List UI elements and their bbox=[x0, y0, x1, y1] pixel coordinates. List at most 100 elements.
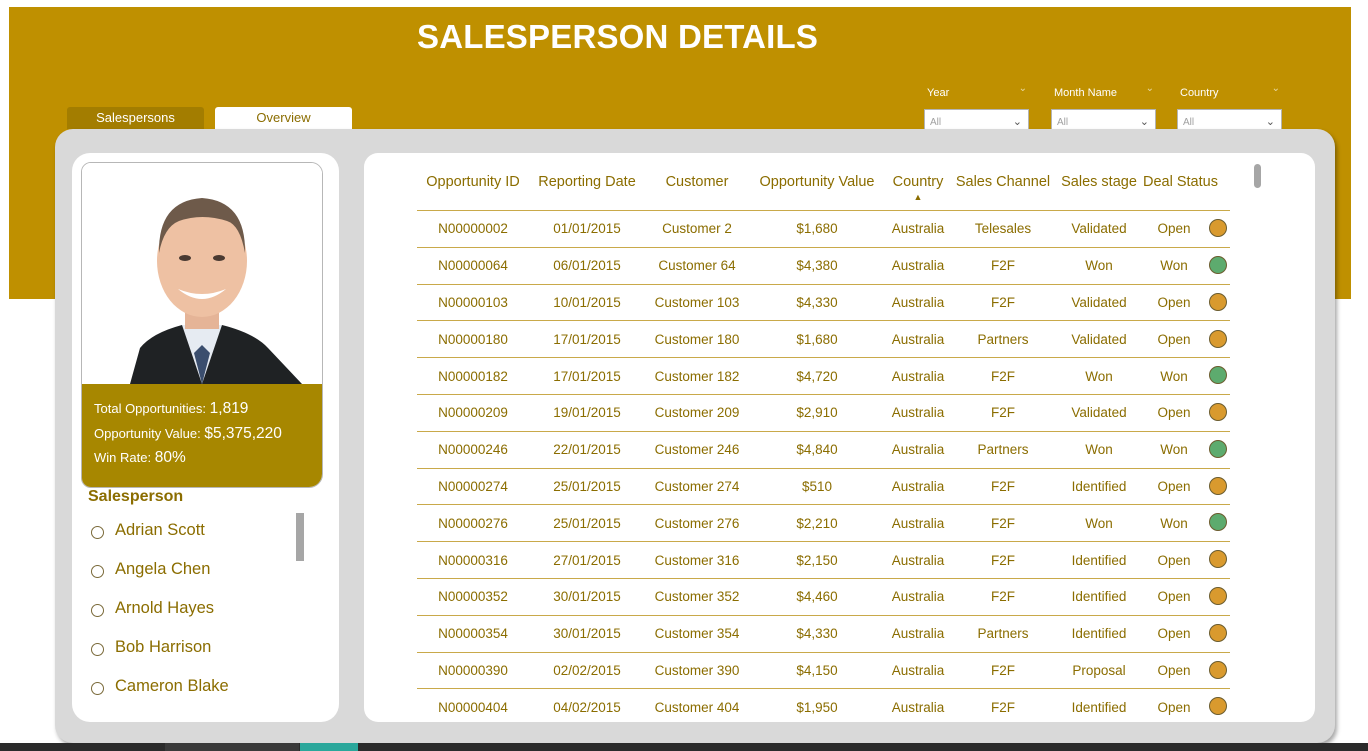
table-row[interactable]: N00000002 01/01/2015 Customer 2 $1,680 Austr… bbox=[417, 211, 1230, 248]
salesperson-option[interactable]: Cameron Blake bbox=[91, 677, 229, 716]
table-row[interactable]: N00000246 22/01/2015 Customer 246 $4,840 Aus… bbox=[417, 432, 1230, 469]
table-cell: Open bbox=[1157, 331, 1191, 347]
opportunity-table-card: Opportunity ID Reporting Date Customer Oppo… bbox=[364, 153, 1315, 722]
table-cell: $1,950 bbox=[796, 699, 838, 715]
radio-button-icon[interactable] bbox=[91, 682, 104, 695]
table-cell: Customer 316 bbox=[654, 552, 740, 568]
month-filter[interactable]: Month Name ⌄ All ⌄ bbox=[1051, 83, 1156, 131]
table-row[interactable]: N00000209 19/01/2015 Customer 209 $2,910 Aus… bbox=[417, 395, 1230, 432]
table-cell: Customer 274 bbox=[654, 478, 740, 494]
table-row[interactable]: N00000354 30/01/2015 Customer 354 $4,330 Aus… bbox=[417, 616, 1230, 653]
table-row[interactable]: N00000182 17/01/2015 Customer 182 $4,720 Aus… bbox=[417, 358, 1230, 395]
salesperson-option-label: Arnold Hayes bbox=[115, 599, 215, 617]
table-cell: N00000390 bbox=[438, 662, 508, 678]
table-cell: Open bbox=[1157, 478, 1191, 494]
table-cell: Customer 103 bbox=[654, 294, 740, 310]
table-cell: $4,150 bbox=[796, 662, 838, 678]
table-cell: F2F bbox=[990, 699, 1015, 715]
chevron-down-icon[interactable]: ⌄ bbox=[1272, 83, 1280, 94]
table-row[interactable]: N00000180 17/01/2015 Customer 180 $1,680 Aus… bbox=[417, 321, 1230, 359]
salesperson-option[interactable]: Adrian Scott bbox=[91, 521, 229, 560]
column-header[interactable]: Deal Status bbox=[1143, 173, 1218, 210]
salesperson-option[interactable]: Arnold Hayes bbox=[91, 599, 229, 638]
column-header[interactable]: Country ▲ bbox=[885, 173, 951, 210]
table-cell: $2,910 bbox=[796, 405, 838, 421]
table-cell: Proposal bbox=[1072, 662, 1126, 678]
table-cell: Open bbox=[1157, 699, 1191, 715]
table-cell: 25/01/2015 bbox=[553, 515, 621, 531]
table-cell: Customer 246 bbox=[654, 442, 740, 458]
column-header[interactable]: Customer bbox=[645, 173, 749, 210]
status-indicator-cell bbox=[1205, 697, 1230, 716]
salesperson-option[interactable]: Bob Harrison bbox=[91, 638, 229, 677]
opportunity-value: Opportunity Value: $5,375,220 bbox=[94, 424, 282, 442]
table-cell: Won bbox=[1160, 442, 1188, 458]
table-row[interactable]: N00000390 02/02/2015 Customer 390 $4,150 Aus… bbox=[417, 653, 1230, 690]
column-header[interactable]: Opportunity Value bbox=[749, 173, 885, 210]
table-row[interactable]: N00000404 04/02/2015 Customer 404 $1,950 Aus… bbox=[417, 689, 1230, 722]
table-cell: Australia bbox=[891, 699, 945, 715]
status-dot-icon bbox=[1208, 660, 1227, 679]
sort-ascending-icon: ▲ bbox=[913, 192, 923, 202]
table-row[interactable]: N00000276 25/01/2015 Customer 276 $2,210 Aus… bbox=[417, 505, 1230, 543]
table-cell: Identified bbox=[1071, 589, 1127, 605]
table-row[interactable]: N00000103 10/01/2015 Customer 103 $4,330 Aus… bbox=[417, 285, 1230, 322]
table-cell: Identified bbox=[1071, 626, 1127, 642]
tab-overview[interactable]: Overview bbox=[215, 107, 352, 129]
year-filter[interactable]: Year ⌄ All ⌄ bbox=[924, 83, 1029, 131]
column-header[interactable]: Opportunity ID bbox=[417, 173, 529, 210]
table-cell: 30/01/2015 bbox=[553, 626, 621, 642]
table-cell: 25/01/2015 bbox=[553, 478, 621, 494]
table-cell: N00000274 bbox=[438, 478, 508, 494]
table-row[interactable]: N00000352 30/01/2015 Customer 352 $4,460 Aus… bbox=[417, 579, 1230, 616]
slicer-scrollbar[interactable] bbox=[296, 513, 304, 561]
table-row[interactable]: N00000064 06/01/2015 Customer 64 $4,380 Aust… bbox=[417, 248, 1230, 285]
table-cell: Validated bbox=[1071, 221, 1127, 237]
table-cell: $4,330 bbox=[796, 294, 838, 310]
table-cell: Won bbox=[1160, 258, 1188, 274]
table-cell: Customer 352 bbox=[654, 589, 740, 605]
table-cell: F2F bbox=[990, 258, 1015, 274]
column-header[interactable]: Sales Channel bbox=[951, 173, 1055, 210]
status-dot-icon bbox=[1208, 329, 1227, 348]
table-scrollbar[interactable] bbox=[1254, 164, 1261, 188]
column-header[interactable]: Reporting Date bbox=[529, 173, 645, 210]
table-cell: Won bbox=[1160, 515, 1188, 531]
table-cell: F2F bbox=[990, 662, 1015, 678]
table-cell: $4,460 bbox=[796, 589, 838, 605]
chevron-down-icon[interactable]: ⌄ bbox=[1019, 83, 1027, 94]
table-cell: 27/01/2015 bbox=[553, 552, 621, 568]
table-cell: Customer 2 bbox=[662, 221, 732, 237]
status-dot-icon bbox=[1208, 513, 1227, 532]
country-filter[interactable]: Country ⌄ All ⌄ bbox=[1177, 83, 1282, 131]
salesperson-option[interactable]: Angela Chen bbox=[91, 560, 229, 599]
table-cell: F2F bbox=[990, 478, 1015, 494]
table-cell: Open bbox=[1157, 221, 1191, 237]
table-cell: $510 bbox=[801, 478, 833, 494]
profile-card: Total Opportunities: 1,819 Opportunity V… bbox=[72, 153, 339, 722]
country-dropdown[interactable]: All ⌄ bbox=[1177, 109, 1282, 131]
status-indicator-cell bbox=[1205, 292, 1230, 311]
chevron-down-icon[interactable]: ⌄ bbox=[1146, 83, 1154, 94]
column-header[interactable]: Sales stage bbox=[1055, 173, 1143, 210]
table-cell: $4,720 bbox=[796, 368, 838, 384]
status-indicator-cell bbox=[1205, 587, 1230, 606]
table-cell: Partners bbox=[977, 442, 1029, 458]
tab-salespersons[interactable]: Salespersons bbox=[67, 107, 204, 129]
salesperson-option-label: Angela Chen bbox=[115, 560, 211, 578]
radio-button-icon[interactable] bbox=[91, 643, 104, 656]
table-row[interactable]: N00000316 27/01/2015 Customer 316 $2,150 Aus… bbox=[417, 542, 1230, 579]
radio-button-icon[interactable] bbox=[91, 526, 104, 539]
radio-button-icon[interactable] bbox=[91, 604, 104, 617]
table-row[interactable]: N00000274 25/01/2015 Customer 274 $510 Austr… bbox=[417, 469, 1230, 506]
table-cell: $4,380 bbox=[796, 258, 838, 274]
month-dropdown[interactable]: All ⌄ bbox=[1051, 109, 1156, 131]
table-cell: Open bbox=[1157, 405, 1191, 421]
table-cell: Won bbox=[1085, 368, 1113, 384]
radio-button-icon[interactable] bbox=[91, 565, 104, 578]
table-cell: Validated bbox=[1071, 294, 1127, 310]
table-cell: Australia bbox=[891, 368, 945, 384]
taskbar-active-segment bbox=[300, 743, 358, 751]
year-dropdown[interactable]: All ⌄ bbox=[924, 109, 1029, 131]
status-dot-icon bbox=[1208, 255, 1227, 274]
